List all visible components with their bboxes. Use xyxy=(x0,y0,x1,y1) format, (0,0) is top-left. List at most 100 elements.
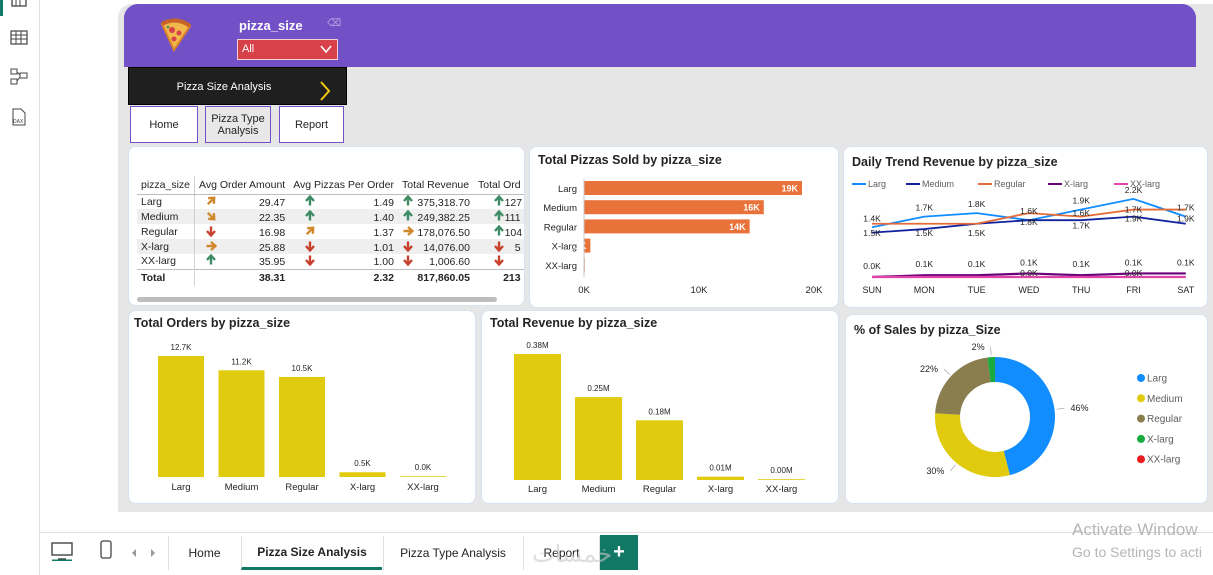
bar[interactable] xyxy=(636,420,683,480)
pizza-size-slicer-dropdown[interactable]: All xyxy=(237,39,338,60)
y-tick-label: Medium xyxy=(543,203,577,214)
x-tick-label: SUN xyxy=(862,285,881,295)
matrix-row[interactable]: XX-larg 35.95 1.00 1,006.60 xyxy=(137,253,524,269)
rail-active-indicator xyxy=(0,0,3,16)
x-tick-label: X-larg xyxy=(350,482,375,493)
trend-arrow-icon xyxy=(305,194,315,206)
matrix-total-avg-amount: 38.31 xyxy=(194,268,290,286)
data-label: 1.5K xyxy=(968,228,986,238)
data-label: 1.9K xyxy=(1072,196,1090,206)
matrix-cell-orders: 5 xyxy=(473,239,524,254)
data-label: 0.5K xyxy=(354,459,371,468)
trend-arrow-icon xyxy=(305,241,315,252)
bar[interactable] xyxy=(400,476,446,477)
trend-arrow-icon xyxy=(305,226,315,235)
bar[interactable] xyxy=(514,354,561,480)
nav-button-report[interactable]: Report xyxy=(279,106,344,143)
nav-current-page[interactable]: Pizza Size Analysis xyxy=(128,67,347,105)
tab-scroll-left-icon[interactable] xyxy=(130,548,138,558)
legend-label[interactable]: Medium xyxy=(1147,394,1183,405)
bar[interactable] xyxy=(758,479,805,480)
legend-label[interactable]: Regular xyxy=(994,179,1026,189)
matrix-cell-size: Regular xyxy=(141,225,178,238)
tab-scroll-right-icon[interactable] xyxy=(149,548,157,558)
tab-pizza-size-analysis[interactable]: Pizza Size Analysis xyxy=(241,536,382,570)
table-view-icon[interactable] xyxy=(9,28,29,48)
data-label: 1.4K xyxy=(863,213,881,223)
legend-label[interactable]: X-larg xyxy=(1064,179,1088,189)
bar[interactable] xyxy=(158,356,204,477)
summary-matrix-card: pizza_size Avg Order Amount Avg Pizzas P… xyxy=(128,146,525,306)
matrix-cell-orders: 111 xyxy=(473,209,524,224)
matrix-cell-size: Larg xyxy=(141,195,163,208)
daily-trend-chart: Larg Medium Regular X-larg XX-larg1.4K1.7K 1.… xyxy=(852,179,1195,295)
report-view-icon[interactable] xyxy=(9,0,29,14)
bar[interactable] xyxy=(218,370,265,477)
mobile-layout-icon[interactable] xyxy=(99,540,113,560)
dax-query-icon[interactable]: DAX xyxy=(9,107,29,127)
data-label: 1.7K xyxy=(1177,203,1195,213)
tab-home[interactable]: Home xyxy=(168,536,240,570)
matrix-total-orders: 213 xyxy=(473,268,524,286)
bar[interactable] xyxy=(697,476,744,480)
donut-slice[interactable] xyxy=(935,357,991,415)
matrix-cell-avg-pizzas: 1.01 xyxy=(289,239,398,254)
trend-arrow-icon xyxy=(403,225,415,236)
legend-label[interactable]: Larg xyxy=(1147,374,1167,385)
matrix-header-avg-pizzas[interactable]: Avg Pizzas Per Order xyxy=(289,176,398,195)
y-tick-label: Regular xyxy=(544,222,577,233)
data-label: 1K xyxy=(575,241,587,251)
nav-button-home[interactable]: Home xyxy=(130,106,198,143)
legend-label[interactable]: Larg xyxy=(868,179,886,189)
pizza-icon xyxy=(160,18,192,52)
bar[interactable] xyxy=(575,397,622,480)
legend-label[interactable]: XX-larg xyxy=(1147,455,1180,466)
matrix-horizontal-scrollbar[interactable] xyxy=(137,297,497,302)
matrix-row[interactable]: Regular 16.98 1.37 178,076.50 104 xyxy=(137,224,524,239)
x-tick-label: WED xyxy=(1018,285,1039,295)
trend-arrow-icon xyxy=(206,240,218,251)
x-tick-label: 0K xyxy=(578,285,590,296)
data-label: 30% xyxy=(926,466,944,476)
data-label: 0.18M xyxy=(648,407,671,416)
x-tick-label: XX-larg xyxy=(766,484,798,495)
data-label: 0.00M xyxy=(770,466,793,475)
slicer-title: pizza_size xyxy=(239,18,303,33)
data-label: 0.1K xyxy=(1020,257,1038,267)
data-label: 22% xyxy=(920,364,938,374)
desktop-layout-icon[interactable] xyxy=(50,541,74,561)
matrix-row[interactable]: Larg 29.47 1.49 375,318.70 127 xyxy=(137,194,524,209)
matrix-header-total-orders[interactable]: Total Ord xyxy=(473,176,524,195)
svg-text:DAX: DAX xyxy=(13,119,24,125)
matrix-row[interactable]: Medium 22.35 1.40 249,382.25 111 xyxy=(137,209,524,224)
matrix-cell-revenue: 14,076.00 xyxy=(397,239,474,254)
sales-share-chart: 46% 30% 22% 2% Larg Medium Regular X-larg XX-lar… xyxy=(920,342,1183,477)
bar[interactable] xyxy=(279,376,325,477)
tab-pizza-type-analysis[interactable]: Pizza Type Analysis xyxy=(383,536,522,570)
donut-slice[interactable] xyxy=(935,413,1010,477)
bar[interactable] xyxy=(584,219,750,234)
matrix-row[interactable]: X-larg 25.88 1.01 14,076.00 5 xyxy=(137,239,524,254)
nav-button-pizza-type[interactable]: Pizza Type Analysis xyxy=(205,106,271,143)
matrix-header-pizza-size[interactable]: pizza_size xyxy=(137,176,195,195)
data-label: 1.8K xyxy=(1020,217,1038,227)
trend-arrow-icon xyxy=(305,209,315,220)
x-tick-label: FRI xyxy=(1126,285,1141,295)
legend-label[interactable]: X-larg xyxy=(1147,434,1174,445)
data-label: 0.1K xyxy=(1177,257,1195,267)
bar[interactable] xyxy=(584,181,802,195)
bar[interactable] xyxy=(584,200,764,215)
bar[interactable] xyxy=(339,472,386,477)
legend-label[interactable]: Regular xyxy=(1147,414,1183,425)
data-label: 0.1K xyxy=(916,259,934,269)
legend-swatch xyxy=(1137,394,1145,403)
model-view-icon[interactable] xyxy=(9,67,29,87)
matrix-cell-revenue: 1,006.60 xyxy=(398,254,474,269)
data-label: 0.1K xyxy=(1072,259,1090,269)
legend-label[interactable]: Medium xyxy=(922,179,954,189)
clear-selection-icon[interactable]: ⌫ xyxy=(327,18,341,29)
trend-arrow-icon xyxy=(403,255,413,267)
matrix-header-avg-order-amount[interactable]: Avg Order Amount xyxy=(194,176,290,195)
matrix-header-total-revenue[interactable]: Total Revenue xyxy=(397,176,474,195)
leader-line xyxy=(1056,407,1065,410)
